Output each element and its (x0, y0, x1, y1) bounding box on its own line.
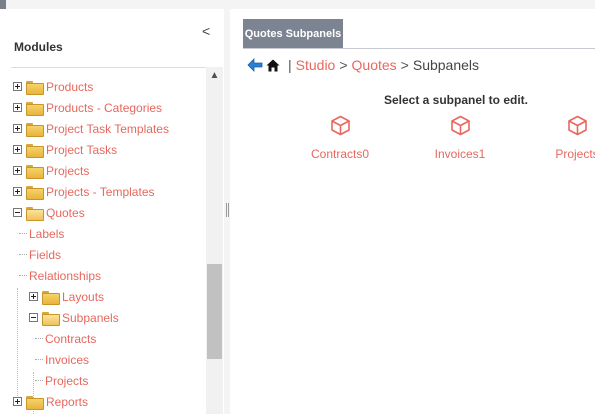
breadcrumb-studio-link[interactable]: Studio (296, 57, 336, 73)
expand-icon[interactable] (13, 124, 22, 133)
tree-item-layouts[interactable]: Layouts (29, 286, 104, 307)
open-folder-icon (26, 206, 44, 221)
breadcrumb-separator: | (288, 57, 292, 73)
cube-icon (330, 115, 350, 136)
collapse-icon[interactable] (13, 208, 22, 217)
tree-item-relationships[interactable]: Relationships (19, 265, 101, 286)
subpanel-contracts0[interactable]: Contracts0 (295, 115, 385, 161)
expand-icon[interactable] (29, 292, 38, 301)
tree-item-label: Labels (29, 226, 65, 241)
expand-icon[interactable] (13, 187, 22, 196)
tree-item-label: Contracts (45, 331, 97, 346)
tree-item-products[interactable]: Products (13, 76, 93, 97)
tab-underline (243, 48, 595, 49)
subpanel-projects[interactable]: Projects (532, 115, 595, 161)
expand-icon[interactable] (13, 145, 22, 154)
folder-icon (26, 164, 44, 179)
tree-item-label: Project Task Templates (46, 121, 169, 136)
tree-item-label: Layouts (62, 289, 105, 304)
tab-quotes-subpanels[interactable]: Quotes Subpanels (243, 19, 343, 49)
folder-icon (26, 185, 44, 200)
collapse-panel-button[interactable]: < (202, 23, 210, 39)
breadcrumb-arrow: > (400, 57, 409, 73)
breadcrumb-current: Subpanels (412, 57, 480, 73)
tree-item-contracts[interactable]: Contracts (35, 328, 96, 349)
subpanel-label: Projects (555, 147, 595, 161)
folder-icon (26, 101, 44, 116)
tree-item-label: Projects (46, 163, 90, 178)
subpanel-invoices1[interactable]: Invoices1 (415, 115, 505, 161)
home-icon[interactable] (266, 59, 280, 72)
expand-icon[interactable] (13, 397, 22, 406)
back-arrow-icon[interactable] (247, 58, 263, 72)
tree-item-projects[interactable]: Projects (13, 160, 89, 181)
scroll-up-arrow[interactable]: ▲ (206, 67, 223, 84)
folder-icon (42, 290, 60, 305)
subpanels-content: Quotes Subpanels | Studio > Quotes > Sub… (230, 9, 595, 414)
breadcrumb-quotes-link[interactable]: Quotes (352, 57, 397, 73)
expand-icon[interactable] (13, 166, 22, 175)
tree-item-label: Fields (29, 247, 62, 262)
tree-item-label: Relationships (29, 268, 102, 283)
breadcrumb-arrow: > (339, 57, 348, 73)
tree-item-label: Projects - Templates (46, 184, 155, 199)
cube-icon (450, 115, 470, 136)
collapse-icon[interactable] (29, 313, 38, 322)
top-strip (0, 0, 595, 12)
panel-resize-handle[interactable] (226, 203, 229, 217)
folder-icon (26, 395, 44, 410)
tree-item-fields[interactable]: Fields (19, 244, 61, 265)
subpanel-label: Contracts0 (310, 147, 370, 161)
tree-item-reports[interactable]: Reports (13, 391, 88, 412)
tree-item-label: Products - Categories (46, 100, 163, 115)
folder-icon (26, 122, 44, 137)
instruction-text: Select a subpanel to edit. (383, 93, 529, 107)
tree-item-label: Project Tasks (46, 142, 118, 157)
tree-item-label: Subpanels (62, 310, 119, 325)
tree-item-label: Projects (45, 373, 89, 388)
tree-item-label: Quotes (46, 205, 85, 220)
expand-icon[interactable] (13, 103, 22, 112)
scroll-thumb[interactable] (207, 264, 222, 359)
expand-icon[interactable] (13, 82, 22, 91)
tree-item-label: Products (46, 79, 94, 94)
tree-item-project-task-templates[interactable]: Project Task Templates (13, 118, 169, 139)
tree-item-label: Invoices (45, 352, 90, 367)
tree-item-projects-sub[interactable]: Projects (35, 370, 88, 391)
tree-item-quotes[interactable]: Quotes (13, 202, 85, 223)
tree-item-subpanels[interactable]: Subpanels (29, 307, 119, 328)
tree-scrollbar[interactable]: ▲ (206, 67, 223, 414)
tree-item-invoices[interactable]: Invoices (35, 349, 89, 370)
cube-icon (567, 115, 587, 136)
open-folder-icon (42, 311, 60, 326)
folder-icon (26, 143, 44, 158)
tree-item-label: Reports (46, 394, 89, 409)
module-tree: Products Products - Categories Project T… (11, 67, 223, 414)
tree-item-projects-templates[interactable]: Projects - Templates (13, 181, 155, 202)
tree-item-labels[interactable]: Labels (19, 223, 64, 244)
tree-item-project-tasks[interactable]: Project Tasks (13, 139, 117, 160)
folder-icon (26, 80, 44, 95)
subpanel-label: Invoices1 (434, 147, 486, 161)
modules-title: Modules (14, 40, 63, 54)
tree-item-products-categories[interactable]: Products - Categories (13, 97, 162, 118)
breadcrumb: | Studio > Quotes > Subpanels (247, 56, 479, 74)
